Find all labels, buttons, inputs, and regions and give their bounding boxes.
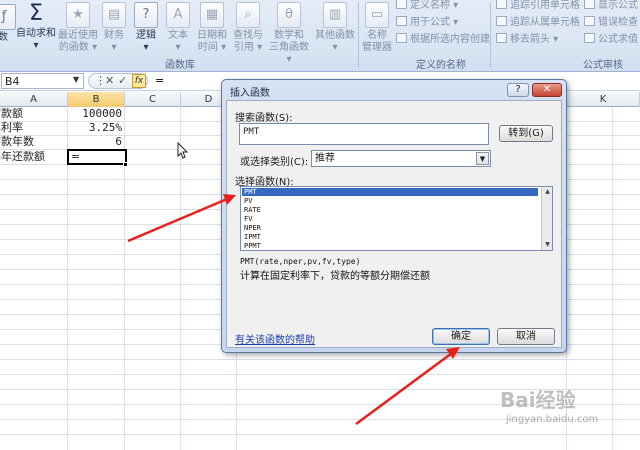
enter-icon[interactable]: ✓ [118,74,127,87]
category-label: 或选择类别(C): [240,157,309,168]
cell-a1[interactable]: 贷款额 [0,107,23,121]
gridline [0,359,640,360]
dialog-title: 插入函数 [230,88,270,99]
logical-button[interactable]: ? 逻辑 ▾ [131,2,161,54]
more-functions-button[interactable]: ▥ 其他函数 ▾ [312,2,358,54]
list-item[interactable]: PV [242,197,538,205]
scroll-down-icon[interactable]: ▼ [543,240,552,249]
calendar-icon: ▦ [200,2,224,28]
help-icon[interactable]: ? [507,83,529,97]
create-from-selection-button[interactable]: 根据所选内容创建 [396,30,490,45]
function-description: 计算在固定利率下，贷款的等额分期偿还额 [240,271,430,282]
name-box[interactable]: B4 [1,73,84,89]
search-function-label: 搜索函数(S): [235,113,293,124]
math-trig-button[interactable]: θ 数学和 三角函数 ▾ [266,2,312,66]
mouse-cursor-icon [177,142,189,159]
cell-b1[interactable]: 100000 [68,107,122,121]
chevron-down-icon[interactable]: ▼ [73,75,79,84]
sigma-icon: Σ [29,1,43,26]
fill-handle[interactable] [123,162,128,167]
gridline [0,374,640,375]
defined-names-group-label: 定义的名称 [416,60,466,71]
recent-functions-button[interactable]: ★ 最近使用 的函数 ▾ [57,2,99,54]
ribbon: ƒ 数 Σ 自动求和 ▾ ★ 最近使用 的函数 ▾ ▤ 财务 ▾ ? 逻辑 ▾ … [0,0,640,72]
error-checking-button[interactable]: 错误检查 ▾ [584,13,640,28]
cell-a4[interactable]: 每年还款额 [0,150,45,164]
magnifier-icon: ⌕ [236,2,260,28]
remove-arrows-icon [496,33,507,43]
show-formulas-icon [584,0,595,9]
dialog-body: 搜索函数(S): PMT 转到(G) 或选择类别(C): 推荐 ▼ 选择函数(N… [226,100,562,348]
list-item[interactable]: NPER [242,224,538,232]
text-button[interactable]: A 文本 ▾ [163,2,193,54]
book-icon: ▤ [102,2,126,28]
theta-icon: θ [277,2,301,28]
datetime-button[interactable]: ▦ 日期和 时间 ▾ [194,2,230,54]
evaluate-formula-button[interactable]: 公式求值 [584,30,638,45]
trace-precedents-button[interactable]: 追踪引用单元格 [496,0,580,11]
function-syntax: PMT(rate,nper,pv,fv,type) [240,257,361,266]
chevron-down-icon[interactable]: ▼ [476,152,489,165]
trace-dependents-icon [496,16,507,26]
name-manager-button[interactable]: ▭ 名称 管理器 [360,2,394,54]
list-item[interactable]: IPMT [242,233,538,241]
function-list[interactable]: PMT PV RATE FV NPER IPMT PPMT ▲ ▼ [240,186,553,251]
cell-b4-active[interactable]: = [67,149,127,165]
star-icon: ★ [66,2,90,28]
formula-input[interactable]: = [155,74,164,87]
error-checking-icon [584,16,595,26]
cell-a2[interactable]: 年利率 [0,121,23,135]
cell-a3[interactable]: 贷款年数 [0,135,34,149]
cancel-button[interactable]: 取消 [497,328,555,345]
more-books-icon: ▥ [323,2,347,28]
scroll-up-icon[interactable]: ▲ [543,187,552,196]
fx-icon[interactable]: fx [132,74,146,88]
function-help-link[interactable]: 有关该函数的帮助 [235,331,315,346]
watermark-url: jingyan.baidu.com [506,414,599,425]
go-button[interactable]: 转到(G) [499,125,553,142]
watermark-logo: Bai经验 [500,388,576,412]
evaluate-formula-icon [584,33,595,43]
name-tag-icon: ▭ [365,2,389,28]
search-function-input[interactable]: PMT [239,123,489,145]
autosum-button[interactable]: Σ 自动求和 ▾ [14,2,58,52]
text-a-icon: A [166,2,190,28]
ribbon-separator [490,2,491,68]
ribbon-separator [358,2,359,68]
cell-b2[interactable]: 3.25% [68,121,122,135]
show-formulas-button[interactable]: 显示公式 [584,0,638,11]
insert-function-button[interactable]: ƒ 数 [0,4,16,44]
formula-auditing-group-label: 公式审核 [583,60,623,71]
lookup-reference-button[interactable]: ⌕ 查找与 引用 ▾ [230,2,266,54]
question-book-icon: ? [134,2,158,28]
list-scrollbar[interactable]: ▲ ▼ [541,187,552,250]
ok-button[interactable]: 确定 [432,328,490,345]
function-library-group-label: 函数库 [165,60,195,71]
use-in-formula-icon [396,16,407,26]
list-item[interactable]: FV [242,215,538,223]
remove-arrows-button[interactable]: 移去箭头 ▾ [496,30,558,45]
create-from-selection-icon [396,33,407,43]
column-header-k[interactable]: K [567,92,640,107]
cell-b3[interactable]: 6 [68,135,122,149]
define-name-button[interactable]: 定义名称 ▾ [396,0,458,11]
use-in-formula-button[interactable]: 用于公式 ▾ [396,13,458,28]
category-select[interactable]: 推荐 ▼ [311,150,491,167]
column-header-b[interactable]: B [68,92,125,107]
insert-function-dialog: 插入函数 ? ✕ 搜索函数(S): PMT 转到(G) 或选择类别(C): 推荐… [221,79,567,353]
watermark: Bai经验 jingyan.baidu.com [492,380,632,436]
trace-dependents-button[interactable]: 追踪从属单元格 [496,13,580,28]
list-item[interactable]: PPMT [242,242,538,250]
column-header-a[interactable]: A [0,92,68,107]
cancel-icon[interactable]: ✕ [105,74,114,87]
close-icon[interactable]: ✕ [532,83,562,97]
financial-button[interactable]: ▤ 财务 ▾ [99,2,129,54]
define-name-icon [396,0,407,9]
column-header-c[interactable]: C [125,92,181,107]
trace-precedents-icon [496,0,507,9]
list-item[interactable]: PMT [242,188,538,196]
category-value: 推荐 [315,153,335,164]
list-item[interactable]: RATE [242,206,538,214]
